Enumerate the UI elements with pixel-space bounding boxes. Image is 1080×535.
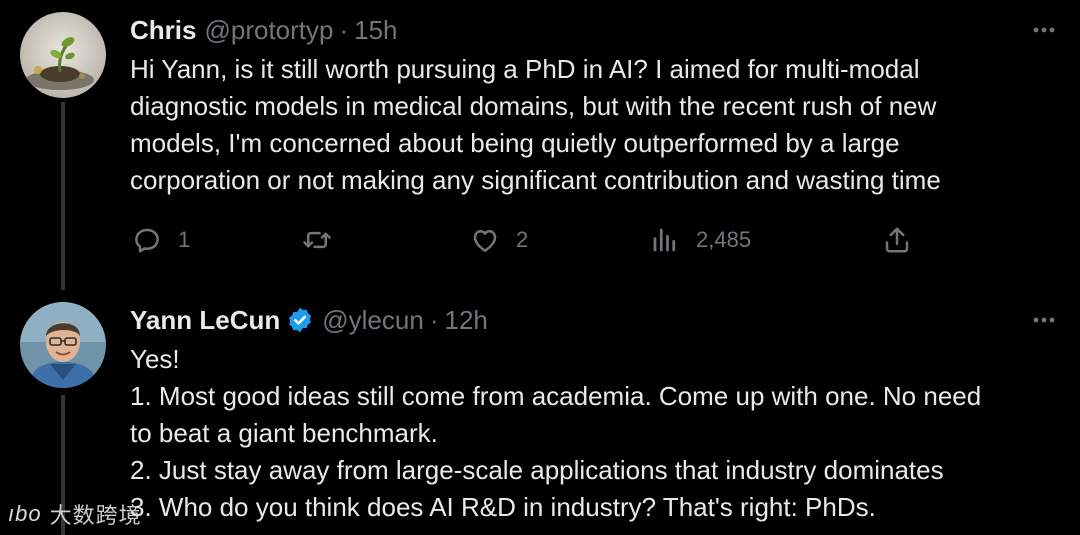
like-count: 2 [516, 227, 529, 252]
more-button[interactable] [1030, 16, 1058, 44]
avatar-plant-image [20, 12, 106, 98]
share-icon [885, 227, 909, 253]
reply-count: 1 [178, 227, 191, 252]
more-horizontal-icon [1033, 317, 1055, 323]
tweet-yann-lecun[interactable]: Yann LeCun @ylecun · 12h Yes! 1. Most go… [0, 290, 1080, 535]
tweet-header: Chris @protortyp · 15h [130, 12, 398, 48]
tweet-text-line: models, I'm concerned about being quietl… [130, 128, 900, 158]
watermark-text: 大数跨境 [49, 503, 142, 528]
watermark: ıbo 大数跨境 [8, 496, 142, 532]
tweet-text-line: Hi Yann, is it still worth pursuing a Ph… [130, 54, 920, 84]
tweet-text-line: 1. Most good ideas still come from acade… [130, 381, 982, 411]
tweet-text-line: to beat a giant benchmark. [130, 418, 438, 448]
tweet-text-line: 3. Who do you think does AI R&D in indus… [130, 492, 876, 522]
tweet-header: Yann LeCun @ylecun · 12h [130, 302, 488, 338]
avatar-portrait-image [20, 302, 106, 388]
tweet-text-line: Yes! [130, 344, 180, 374]
share-button[interactable] [882, 222, 912, 258]
tweet-text: Yes! 1. Most good ideas still come from … [130, 341, 1060, 526]
tweet-actions: 1 2 2,485 [130, 222, 930, 258]
thread-line [61, 102, 65, 290]
separator-dot: · [429, 304, 439, 335]
like-button[interactable]: 2 [470, 222, 528, 258]
tweet-text-line: diagnostic models in medical domains, bu… [130, 91, 937, 121]
timestamp[interactable]: 12h [444, 305, 487, 336]
tweet-text-line: corporation or not making any significan… [130, 165, 941, 195]
tweet-chris[interactable]: Chris @protortyp · 15h Hi Yann, is it st… [0, 0, 1080, 290]
views-button[interactable]: 2,485 [650, 222, 751, 258]
view-count: 2,485 [696, 227, 752, 252]
separator-dot: · [339, 14, 349, 45]
avatar[interactable] [20, 12, 106, 98]
avatar[interactable] [20, 302, 106, 388]
tweet-text: Hi Yann, is it still worth pursuing a Ph… [130, 51, 1060, 199]
tweet-text-line: 2. Just stay away from large-scale appli… [130, 455, 944, 485]
retweet-button[interactable] [302, 222, 348, 258]
more-horizontal-icon [1033, 27, 1055, 33]
timestamp[interactable]: 15h [354, 15, 397, 46]
watermark-logo: ıbo [8, 501, 42, 526]
more-button[interactable] [1030, 306, 1058, 334]
heart-icon [473, 230, 497, 252]
reply-icon [135, 228, 159, 253]
author-handle[interactable]: @ylecun [322, 305, 424, 336]
author-name[interactable]: Yann LeCun [130, 305, 280, 336]
retweet-icon [303, 231, 331, 249]
author-handle[interactable]: @protortyp [204, 15, 333, 46]
verified-badge-icon [286, 306, 314, 334]
analytics-icon [653, 228, 676, 252]
reply-button[interactable]: 1 [132, 222, 190, 258]
author-name[interactable]: Chris [130, 15, 196, 46]
